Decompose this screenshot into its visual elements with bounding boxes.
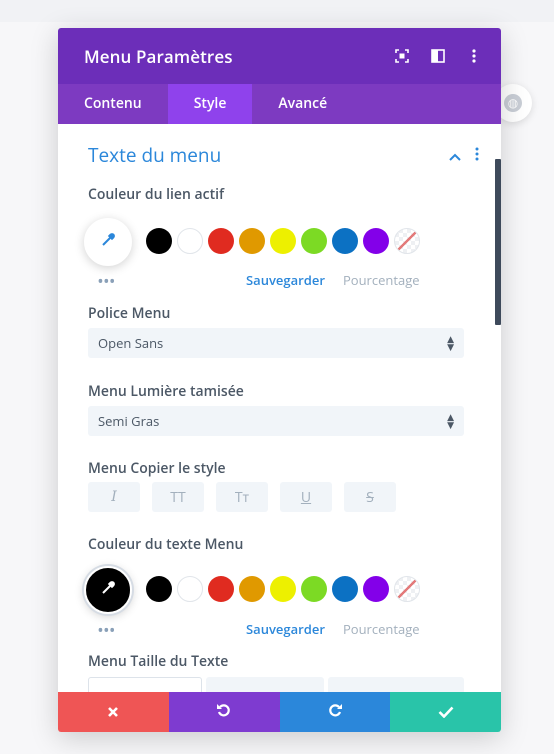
- eyedropper-icon: [100, 231, 116, 253]
- text-size-label: Menu Taille du Texte: [88, 652, 229, 671]
- text-size-input[interactable]: [88, 677, 202, 692]
- swatch-orange[interactable]: [239, 228, 265, 254]
- swatch-black[interactable]: [146, 228, 172, 254]
- tab-contenu[interactable]: Contenu: [58, 84, 168, 124]
- active-link-color-label: Couleur du lien actif: [88, 185, 225, 204]
- header-icons: [393, 28, 483, 84]
- small-caps-button[interactable]: Tт: [216, 482, 268, 512]
- text-color-swatches: [146, 576, 420, 602]
- section-title[interactable]: Texte du menu: [88, 142, 221, 168]
- more-vertical-icon[interactable]: [475, 144, 479, 166]
- percent-link[interactable]: Pourcentage: [343, 620, 420, 638]
- swatch-black[interactable]: [146, 576, 172, 602]
- text-size-extra[interactable]: [328, 677, 464, 692]
- eyedropper-icon: [100, 579, 116, 601]
- uppercase-button[interactable]: TT: [152, 482, 204, 512]
- swatch-red[interactable]: [208, 576, 234, 602]
- focus-icon[interactable]: [393, 47, 411, 65]
- font-weight-label: Menu Lumière tamisée: [88, 382, 244, 401]
- font-label: Police Menu: [88, 304, 171, 323]
- save-color-link[interactable]: Sauvegarder: [246, 620, 325, 638]
- text-color-picker[interactable]: [84, 566, 132, 614]
- swatch-purple[interactable]: [363, 228, 389, 254]
- more-vertical-icon[interactable]: [465, 47, 483, 65]
- swatch-red[interactable]: [208, 228, 234, 254]
- underline-button[interactable]: U: [280, 482, 332, 512]
- settings-body: Texte du menu Couleur du lien actif •••: [58, 124, 501, 692]
- swatch-purple[interactable]: [363, 576, 389, 602]
- text-style-buttons: I TT Tт U S: [88, 482, 396, 512]
- swatch-green[interactable]: [301, 576, 327, 602]
- columns-icon[interactable]: [429, 47, 447, 65]
- swatch-white[interactable]: [177, 576, 203, 602]
- modal-header: Menu Paramètres: [58, 28, 501, 84]
- font-weight-select[interactable]: Semi Gras ▲ ▼: [88, 406, 464, 436]
- more-dots[interactable]: •••: [98, 272, 116, 290]
- strikethrough-button[interactable]: S: [344, 482, 396, 512]
- text-color-label: Couleur du texte Menu: [88, 535, 244, 554]
- globe-icon: ◍: [504, 94, 522, 112]
- active-link-swatches: [146, 228, 420, 254]
- section-icons: [449, 144, 479, 166]
- swatch-blue[interactable]: [332, 576, 358, 602]
- swatch-orange[interactable]: [239, 576, 265, 602]
- swatch-green[interactable]: [301, 228, 327, 254]
- undo-icon: [216, 701, 232, 723]
- settings-modal: Menu Paramètres Contenu Style Avancé Tex…: [58, 28, 501, 732]
- percent-link[interactable]: Pourcentage: [343, 271, 420, 289]
- swatch-yellow[interactable]: [270, 576, 296, 602]
- save-button[interactable]: [390, 692, 501, 732]
- text-style-label: Menu Copier le style: [88, 459, 226, 478]
- font-select[interactable]: Open Sans ▲ ▼: [88, 328, 464, 358]
- modal-footer: [58, 692, 501, 732]
- active-link-color-actions: Sauvegarder Pourcentage: [246, 271, 420, 289]
- text-size-controls: [88, 677, 464, 692]
- select-arrows-icon: ▲ ▼: [447, 332, 454, 353]
- tab-avance[interactable]: Avancé: [252, 84, 353, 124]
- redo-icon: [327, 701, 343, 723]
- active-link-color-picker[interactable]: [84, 218, 132, 266]
- undo-button[interactable]: [168, 692, 280, 732]
- check-icon: [438, 701, 454, 723]
- cancel-button[interactable]: [58, 692, 169, 732]
- more-dots[interactable]: •••: [98, 621, 116, 639]
- redo-button[interactable]: [279, 692, 391, 732]
- text-color-actions: Sauvegarder Pourcentage: [246, 620, 420, 638]
- swatch-none-icon[interactable]: [394, 228, 420, 254]
- font-weight-select-value: Semi Gras: [98, 412, 160, 430]
- swatch-blue[interactable]: [332, 228, 358, 254]
- select-arrows-icon: ▲ ▼: [447, 410, 454, 431]
- chevron-up-icon[interactable]: [449, 144, 461, 166]
- swatch-none-icon[interactable]: [394, 576, 420, 602]
- text-size-slider-track[interactable]: [206, 677, 324, 692]
- page-background-strip: [0, 0, 554, 22]
- swatch-yellow[interactable]: [270, 228, 296, 254]
- italic-button[interactable]: I: [88, 482, 140, 512]
- save-color-link[interactable]: Sauvegarder: [246, 271, 325, 289]
- scrollbar[interactable]: [495, 159, 501, 325]
- tab-style[interactable]: Style: [167, 84, 253, 124]
- modal-title: Menu Paramètres: [84, 44, 233, 68]
- swatch-white[interactable]: [177, 228, 203, 254]
- font-select-value: Open Sans: [98, 334, 164, 352]
- tab-bar: Contenu Style Avancé: [58, 84, 501, 124]
- close-icon: [107, 701, 119, 723]
